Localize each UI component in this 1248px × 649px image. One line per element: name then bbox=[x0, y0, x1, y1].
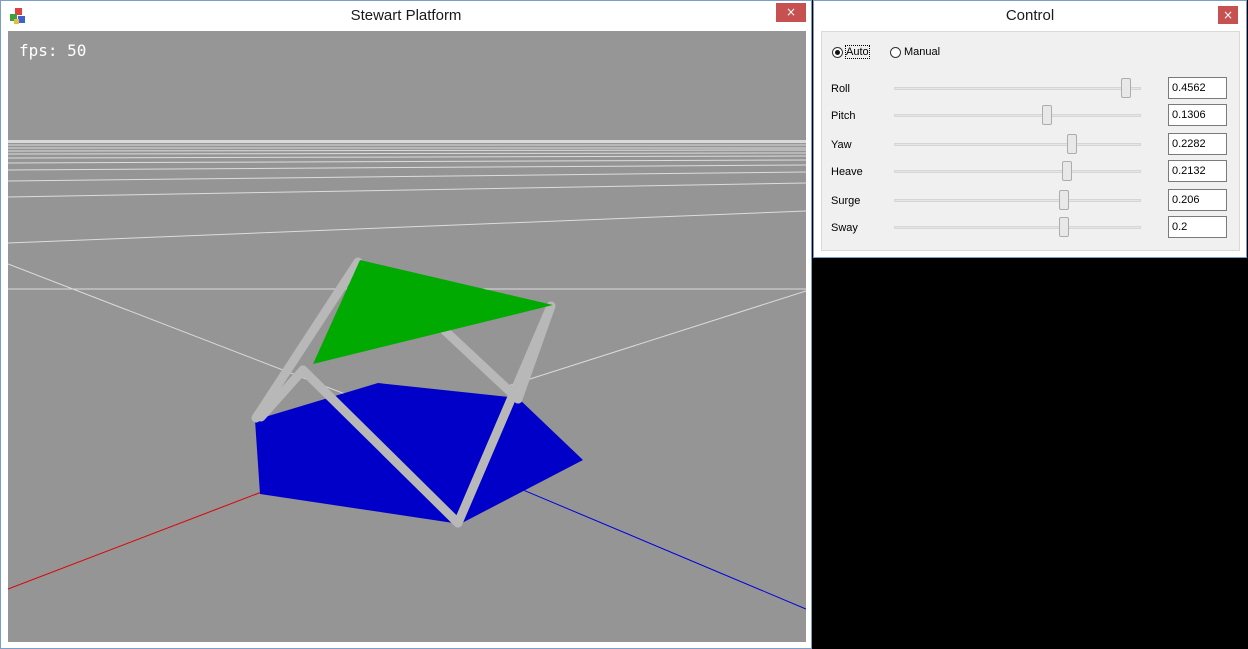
heave-slider[interactable] bbox=[894, 170, 1141, 173]
surge-value-field[interactable]: 0.206 bbox=[1168, 189, 1227, 211]
roll-label: Roll bbox=[831, 83, 850, 95]
close-icon: × bbox=[785, 5, 797, 19]
slider-row-sway: Sway 0.2 bbox=[822, 216, 1241, 240]
heave-value-field[interactable]: 0.2132 bbox=[1168, 160, 1227, 182]
radio-auto-label: Auto bbox=[845, 45, 870, 59]
slider-row-heave: Heave 0.2132 bbox=[822, 160, 1241, 184]
radio-manual[interactable]: Manual bbox=[890, 44, 940, 60]
roll-value-field[interactable]: 0.4562 bbox=[1168, 77, 1227, 99]
surge-slider-thumb[interactable] bbox=[1059, 190, 1070, 210]
slider-row-pitch: Pitch 0.1306 bbox=[822, 104, 1241, 128]
close-icon: × bbox=[1222, 8, 1234, 22]
radio-unchecked-icon bbox=[890, 46, 901, 58]
scene-canvas bbox=[8, 31, 806, 610]
pitch-slider-thumb[interactable] bbox=[1042, 105, 1053, 125]
surge-slider[interactable] bbox=[894, 199, 1141, 202]
yaw-slider[interactable] bbox=[894, 143, 1141, 146]
roll-slider[interactable] bbox=[894, 87, 1141, 90]
radio-manual-label: Manual bbox=[904, 46, 941, 58]
pitch-slider[interactable] bbox=[894, 114, 1141, 117]
control-titlebar[interactable]: Control × bbox=[814, 1, 1246, 31]
control-close-button[interactable]: × bbox=[1218, 6, 1238, 24]
pitch-value-field[interactable]: 0.1306 bbox=[1168, 104, 1227, 126]
fps-counter: fps: 50 bbox=[19, 41, 87, 60]
sway-slider[interactable] bbox=[894, 226, 1141, 229]
sway-label: Sway bbox=[831, 222, 858, 234]
base-platform bbox=[255, 383, 583, 524]
control-title: Control bbox=[1005, 7, 1055, 24]
z-axis-line bbox=[477, 470, 806, 610]
yaw-slider-thumb[interactable] bbox=[1066, 134, 1077, 154]
slider-row-yaw: Yaw 0.2282 bbox=[822, 133, 1241, 157]
control-panel: Auto Manual Roll 0.4562 Pitch 0.1306 Yaw 0.22… bbox=[821, 31, 1240, 251]
radio-checked-icon bbox=[832, 46, 843, 58]
pitch-label: Pitch bbox=[831, 110, 856, 122]
3d-viewport[interactable]: fps: 50 bbox=[8, 31, 806, 642]
app-icon bbox=[10, 8, 25, 24]
yaw-value-field[interactable]: 0.2282 bbox=[1168, 133, 1227, 155]
stewart-titlebar[interactable]: Stewart Platform × bbox=[1, 1, 811, 31]
radio-auto[interactable]: Auto bbox=[832, 44, 870, 60]
slider-row-roll: Roll 0.4562 bbox=[822, 77, 1241, 101]
stewart-platform-window: Stewart Platform × fps: 50 bbox=[0, 0, 812, 649]
roll-slider-thumb[interactable] bbox=[1121, 78, 1132, 98]
surge-label: Surge bbox=[831, 195, 861, 207]
heave-label: Heave bbox=[831, 166, 863, 178]
control-window: Control × Auto Manual Roll 0.4562 Pitch 0.1… bbox=[813, 0, 1247, 258]
heave-slider-thumb[interactable] bbox=[1061, 161, 1072, 181]
yaw-label: Yaw bbox=[831, 139, 852, 151]
slider-row-surge: Surge 0.206 bbox=[822, 189, 1241, 213]
sway-value-field[interactable]: 0.2 bbox=[1168, 216, 1227, 238]
sway-slider-thumb[interactable] bbox=[1059, 217, 1070, 237]
close-button[interactable]: × bbox=[776, 3, 806, 22]
window-title: Stewart Platform bbox=[350, 7, 462, 24]
